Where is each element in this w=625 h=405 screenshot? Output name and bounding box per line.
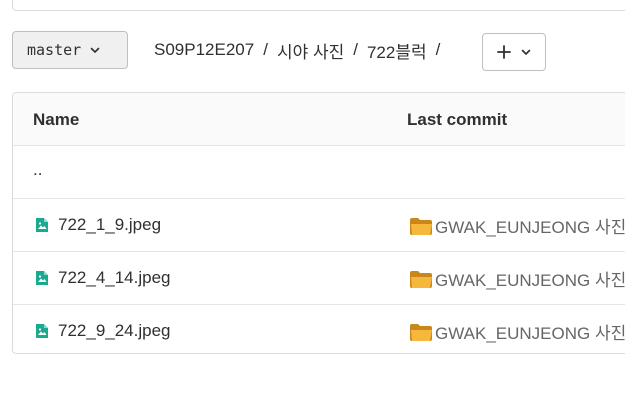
folder-emoji-icon xyxy=(410,270,432,288)
commit-message[interactable]: GWAK_EUNJEONG 사진 xyxy=(409,266,625,291)
repository-toolbar: master S09P12E207 / 시야 사진 / 722블럭 / xyxy=(12,31,625,71)
file-name: 722_4_14.jpeg xyxy=(58,268,171,287)
column-header-name: Name xyxy=(33,110,80,129)
breadcrumb-item-subfolder[interactable]: 722블럭 xyxy=(367,38,427,63)
commit-text: GWAK_EUNJEONG 사진 xyxy=(435,324,625,343)
parent-directory-row[interactable]: .. xyxy=(13,146,625,199)
file-tree-table: Name Last commit .. 722_1_9.jpeg GWAK_EU… xyxy=(12,92,625,354)
folder-emoji-icon xyxy=(410,217,432,235)
breadcrumb-separator: / xyxy=(353,40,358,59)
table-row: 722_4_14.jpeg GWAK_EUNJEONG 사진 xyxy=(13,252,625,305)
parent-directory-link[interactable]: .. xyxy=(33,160,42,180)
column-header-last-commit: Last commit xyxy=(407,110,508,129)
breadcrumb: S09P12E207 / 시야 사진 / 722블럭 / xyxy=(154,31,449,69)
commit-text: GWAK_EUNJEONG 사진 xyxy=(435,271,625,290)
breadcrumb-separator: / xyxy=(263,40,268,59)
plus-icon xyxy=(497,45,511,59)
image-file-icon xyxy=(36,271,48,285)
file-link[interactable]: 722_1_9.jpeg xyxy=(35,215,161,235)
branch-name: master xyxy=(27,41,82,59)
file-name: 722_9_24.jpeg xyxy=(58,321,171,340)
previous-panel-edge xyxy=(12,0,625,11)
table-row: 722_9_24.jpeg GWAK_EUNJEONG 사진 xyxy=(13,305,625,353)
commit-message[interactable]: GWAK_EUNJEONG 사진 xyxy=(409,213,625,238)
image-file-icon xyxy=(36,324,48,338)
table-row: 722_1_9.jpeg GWAK_EUNJEONG 사진 xyxy=(13,199,625,252)
file-link[interactable]: 722_9_24.jpeg xyxy=(35,321,171,341)
chevron-down-icon xyxy=(521,49,531,55)
breadcrumb-item-folder[interactable]: 시야 사진 xyxy=(277,38,344,63)
commit-message[interactable]: GWAK_EUNJEONG 사진 xyxy=(409,319,625,344)
branch-selector-button[interactable]: master xyxy=(12,31,128,69)
breadcrumb-separator: / xyxy=(435,40,441,59)
chevron-down-icon xyxy=(90,47,100,53)
folder-emoji-icon xyxy=(410,323,432,341)
commit-text: GWAK_EUNJEONG 사진 xyxy=(435,218,625,237)
file-name: 722_1_9.jpeg xyxy=(58,215,162,234)
breadcrumb-item-project[interactable]: S09P12E207 xyxy=(154,40,254,60)
file-link[interactable]: 722_4_14.jpeg xyxy=(35,268,171,288)
add-to-tree-button[interactable] xyxy=(482,33,546,71)
image-file-icon xyxy=(36,218,48,232)
table-header: Name Last commit xyxy=(13,93,625,146)
